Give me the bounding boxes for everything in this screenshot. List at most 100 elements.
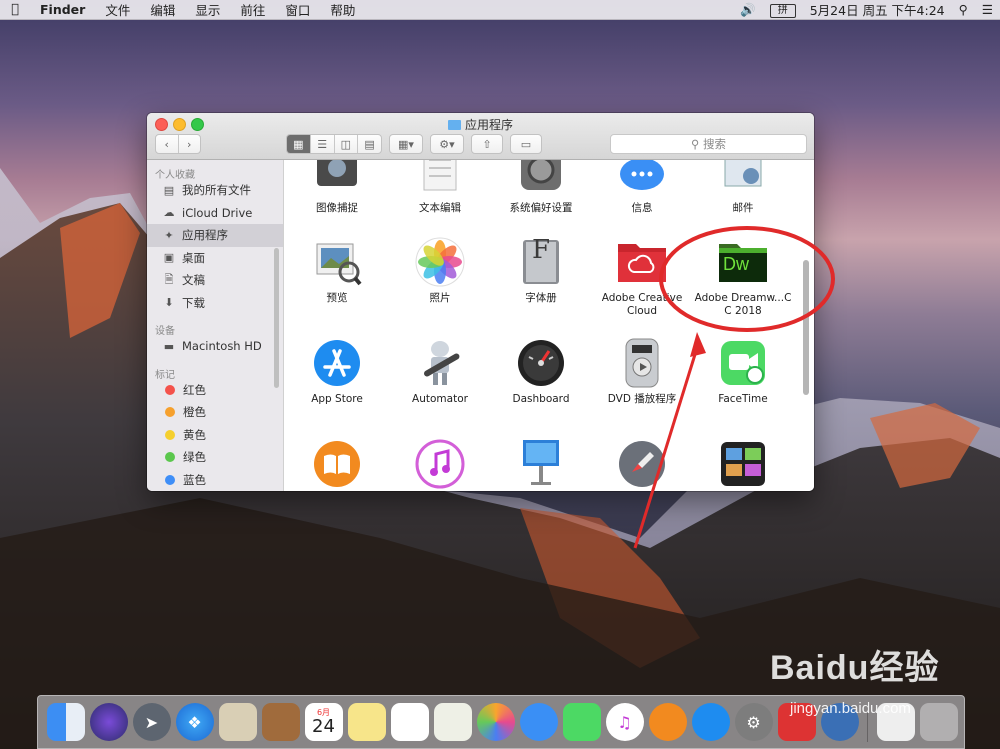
volume-icon[interactable]: 🔊 xyxy=(733,2,763,18)
app-system-preferences[interactable]: 系统偏好设置 xyxy=(491,160,591,215)
forward-button[interactable]: › xyxy=(179,135,201,153)
menu-go[interactable]: 前往 xyxy=(230,0,275,19)
app-label: 系统偏好设置 xyxy=(509,202,573,214)
mail-dock-icon[interactable] xyxy=(218,703,257,741)
search-field[interactable]: ⚲ 搜索 xyxy=(610,134,807,154)
menu-app-name[interactable]: Finder xyxy=(30,2,95,17)
sidebar-scrollbar[interactable] xyxy=(274,248,279,388)
system-preferences-dock-icon[interactable]: ⚙ xyxy=(734,703,773,741)
apple-menu-icon[interactable]:  xyxy=(0,2,30,17)
sidebar-item-icloud-drive[interactable]: ☁ iCloud Drive xyxy=(147,202,283,225)
app-ibooks[interactable] xyxy=(287,438,387,491)
app-label: 字体册 xyxy=(525,292,557,304)
input-method-menu[interactable]: 拼 xyxy=(763,1,803,18)
app-store-dock-icon[interactable] xyxy=(691,703,730,741)
cover-flow-button[interactable]: ▤ xyxy=(358,135,381,153)
finder-dock-icon[interactable] xyxy=(46,703,85,741)
automator-icon xyxy=(414,337,466,389)
sidebar-item-label: 下载 xyxy=(182,295,205,310)
photos-dock-icon[interactable] xyxy=(476,703,515,741)
app-font-book[interactable]: F 字体册 xyxy=(491,236,591,305)
sidebar-item-label: 桌面 xyxy=(182,250,205,265)
messages-dock-icon[interactable] xyxy=(519,703,558,741)
system-preferences-icon xyxy=(515,160,567,198)
sidebar-item-documents[interactable]: 🗎 文稿 xyxy=(147,269,283,292)
menu-help[interactable]: 帮助 xyxy=(320,0,365,19)
dreamweaver-folder-icon: Dw xyxy=(717,236,769,288)
sidebar-item-macintosh-hd[interactable]: ▬ Macintosh HD xyxy=(147,335,283,358)
watermark-url: jingyan.baidu.com xyxy=(790,700,911,717)
ibooks-dock-icon[interactable] xyxy=(648,703,687,741)
share-icon: ⇧ xyxy=(482,137,492,151)
trash-dock-icon[interactable] xyxy=(919,703,958,741)
app-app-store[interactable]: App Store xyxy=(287,337,387,406)
sidebar-item-downloads[interactable]: ⬇ 下载 xyxy=(147,292,283,315)
app-photos[interactable]: 照片 xyxy=(390,236,490,305)
app-label: DVD 播放程序 xyxy=(607,393,677,405)
calendar-dock-icon[interactable]: 6月 24 xyxy=(304,703,343,741)
sidebar-tag-blue[interactable]: 蓝色 xyxy=(147,469,283,492)
sidebar-tag-red[interactable]: 红色 xyxy=(147,379,283,402)
app-adobe-dreamweaver[interactable]: Dw Adobe Dreamw...CC 2018 xyxy=(693,236,793,318)
folder-icon xyxy=(447,120,461,130)
preview-dock-icon[interactable] xyxy=(433,703,472,741)
sidebar-item-desktop[interactable]: ▣ 桌面 xyxy=(147,247,283,270)
app-label: Automator xyxy=(412,393,468,405)
hard-drive-icon: ▬ xyxy=(163,339,175,353)
desktop-icon: ▣ xyxy=(163,251,175,265)
icon-view-button[interactable]: ▦ xyxy=(287,135,311,153)
app-messages[interactable]: 信息 xyxy=(592,160,692,215)
reminders-dock-icon[interactable] xyxy=(390,703,429,741)
app-adobe-creative-cloud[interactable]: Adobe Creative Cloud xyxy=(592,236,692,318)
itunes-dock-icon[interactable]: ♫ xyxy=(605,703,644,741)
edit-tags-button[interactable]: ▭ xyxy=(510,134,542,154)
menu-window[interactable]: 窗口 xyxy=(275,0,320,19)
app-dashboard[interactable]: Dashboard xyxy=(491,337,591,406)
finder-window: 应用程序 ‹ › ▦ ☰ ◫ ▤ ▦▾ ⚙▾ ⇧ ▭ ⚲ 搜索 个人收藏 ▤ 我的… xyxy=(147,113,814,491)
app-image-capture[interactable]: 图像捕捉 xyxy=(287,160,387,215)
menu-file[interactable]: 文件 xyxy=(95,0,140,19)
app-launchpad[interactable] xyxy=(592,438,692,491)
sidebar-tag-green[interactable]: 绿色 xyxy=(147,446,283,469)
cloud-icon: ☁ xyxy=(163,206,175,220)
menu-view[interactable]: 显示 xyxy=(185,0,230,19)
app-store-icon xyxy=(311,337,363,389)
spotlight-search-icon[interactable]: ⚲ xyxy=(952,2,975,17)
view-mode-control: ▦ ☰ ◫ ▤ xyxy=(286,134,382,154)
sidebar-tag-orange[interactable]: 橙色 xyxy=(147,401,283,424)
siri-dock-icon[interactable] xyxy=(89,703,128,741)
share-button[interactable]: ⇧ xyxy=(471,134,503,154)
app-itunes[interactable] xyxy=(390,438,490,491)
list-view-button[interactable]: ☰ xyxy=(311,135,335,153)
column-view-button[interactable]: ◫ xyxy=(335,135,359,153)
app-automator[interactable]: Automator xyxy=(390,337,490,406)
creative-cloud-folder-icon xyxy=(616,236,668,288)
facetime-dock-icon[interactable] xyxy=(562,703,601,741)
menu-edit[interactable]: 编辑 xyxy=(140,0,185,19)
app-dvd-player[interactable]: DVD 播放程序 xyxy=(592,337,692,406)
app-mission-control[interactable] xyxy=(693,438,793,491)
content-scrollbar[interactable] xyxy=(803,260,809,395)
arrange-button[interactable]: ▦▾ xyxy=(389,134,423,154)
facetime-icon xyxy=(717,337,769,389)
safari-dock-icon[interactable]: ❖ xyxy=(175,703,214,741)
sidebar-item-all-files[interactable]: ▤ 我的所有文件 xyxy=(147,179,283,202)
sidebar-tag-yellow[interactable]: 黄色 xyxy=(147,424,283,447)
app-textedit[interactable]: 文本编辑 xyxy=(390,160,490,215)
font-book-icon: F xyxy=(515,236,567,288)
sidebar-item-applications[interactable]: ✦ 应用程序 xyxy=(147,224,283,247)
app-keynote[interactable] xyxy=(491,438,591,491)
notification-center-icon[interactable]: ☰ xyxy=(975,2,1000,17)
messages-icon xyxy=(616,160,668,198)
sidebar-item-label: 文稿 xyxy=(182,273,205,288)
action-button[interactable]: ⚙▾ xyxy=(430,134,464,154)
app-facetime[interactable]: FaceTime xyxy=(693,337,793,406)
app-mail[interactable]: 邮件 xyxy=(693,160,793,215)
launchpad-dock-icon[interactable]: ➤ xyxy=(132,703,171,741)
notes-dock-icon[interactable] xyxy=(347,703,386,741)
contacts-dock-icon[interactable] xyxy=(261,703,300,741)
back-button[interactable]: ‹ xyxy=(156,135,179,153)
menubar-clock[interactable]: 5月24日 周五 下午4:24 xyxy=(803,0,952,19)
sidebar-header-devices: 设备 xyxy=(155,326,175,337)
app-preview[interactable]: 预览 xyxy=(287,236,387,305)
